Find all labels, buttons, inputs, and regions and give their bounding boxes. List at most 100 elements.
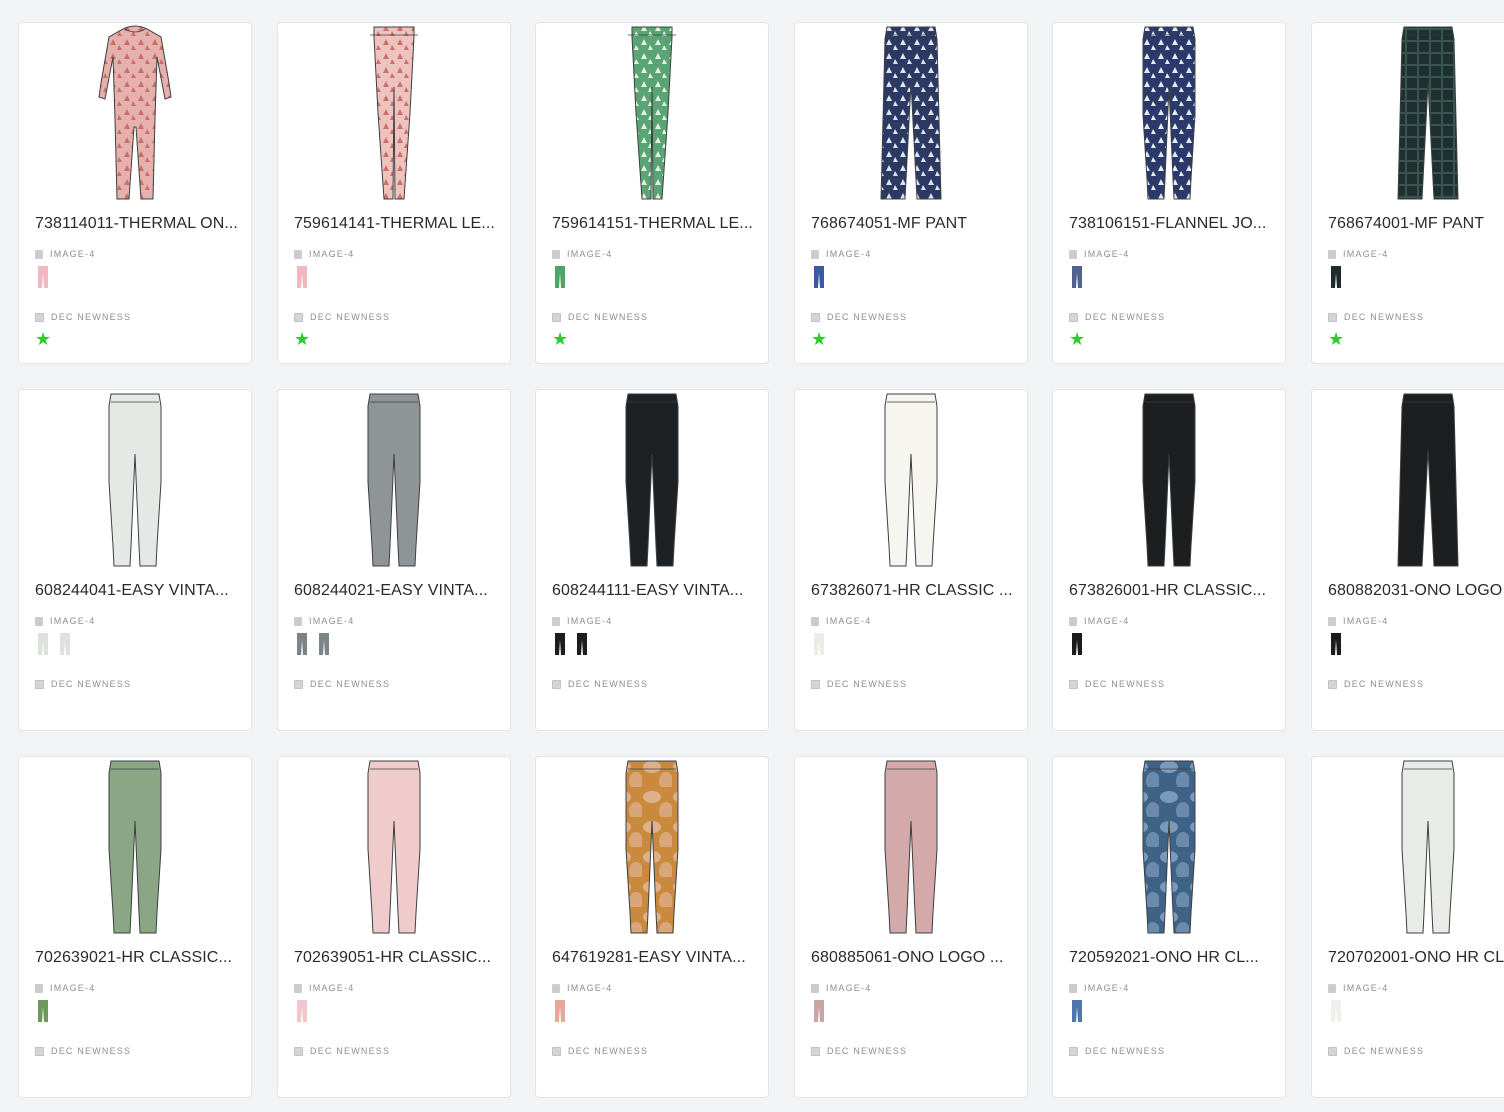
product-title[interactable]: 702639021-HR CLASSIC... [35,949,247,967]
product-title[interactable]: 680882031-ONO LOGO [1328,582,1504,600]
colorway-swatch[interactable] [294,265,310,291]
product-card[interactable]: 702639051-HR CLASSIC... IMAGE-4 DEC NEWNES… [277,756,511,1098]
favorite-star-icon[interactable]: ★ [1328,330,1344,348]
file-icon [35,249,43,259]
product-card[interactable]: 647619281-EASY VINTA... IMAGE-4 DEC NEWNES… [535,756,769,1098]
product-title[interactable]: 720592021-ONO HR CL... [1069,949,1281,967]
product-title[interactable]: 673826001-HR CLASSIC... [1069,582,1281,600]
product-thumbnail[interactable] [278,23,510,205]
file-icon [1069,983,1077,993]
product-card[interactable]: 768674051-MF PANT IMAGE-4 DEC NEWNESS ★ [794,22,1028,364]
swatch-pant-icon [1331,633,1341,655]
colorway-swatch[interactable] [35,265,51,291]
swatch-pant-icon [1072,266,1082,288]
colorway-swatch[interactable] [57,632,73,658]
colorway-swatch[interactable] [552,265,568,291]
product-thumbnail[interactable] [795,757,1027,939]
product-card[interactable]: 608244021-EASY VINTA... IMAGE-4 DEC NEWNES… [277,389,511,731]
collection-tag: DEC NEWNESS [552,312,648,322]
product-title[interactable]: 759614151-THERMAL LE... [552,215,764,233]
product-card[interactable]: 738114011-THERMAL ON... IMAGE-4 DEC NEWNES… [18,22,252,364]
product-thumbnail[interactable] [536,757,768,939]
product-title[interactable]: 768674001-MF PANT [1328,215,1504,233]
product-card[interactable]: 759614151-THERMAL LE... IMAGE-4 DEC NEWNES… [535,22,769,364]
jogger-sketch-image [108,393,162,567]
product-card[interactable]: 702639021-HR CLASSIC... IMAGE-4 DEC NEWNES… [18,756,252,1098]
product-title[interactable]: 608244041-EASY VINTA... [35,582,247,600]
colorway-swatch[interactable] [574,632,590,658]
image-label-text: IMAGE-4 [1084,983,1130,993]
colorway-swatch[interactable] [1328,632,1344,658]
product-thumbnail[interactable] [1053,757,1285,939]
product-thumbnail[interactable] [1312,23,1504,205]
product-thumbnail[interactable] [536,23,768,205]
colorway-swatch[interactable] [552,632,568,658]
product-thumbnail[interactable] [1053,390,1285,572]
product-thumbnail[interactable] [1053,23,1285,205]
product-card[interactable]: 680885061-ONO LOGO ... IMAGE-4 DEC NEWNESS [794,756,1028,1098]
colorway-swatch[interactable] [552,999,568,1025]
image-count-label: IMAGE-4 [552,616,612,626]
image-label-text: IMAGE-4 [1084,249,1130,259]
image-count-label: IMAGE-4 [1069,249,1129,259]
favorite-star-icon[interactable]: ★ [1069,330,1085,348]
image-label-text: IMAGE-4 [567,616,613,626]
product-thumbnail[interactable] [1312,390,1504,572]
favorite-star-icon[interactable]: ★ [552,330,568,348]
product-thumbnail[interactable] [278,757,510,939]
product-thumbnail[interactable] [795,23,1027,205]
colorway-swatch[interactable] [1069,632,1085,658]
product-title[interactable]: 720702001-ONO HR CL [1328,949,1504,967]
product-title[interactable]: 702639051-HR CLASSIC... [294,949,506,967]
product-card[interactable]: 720592021-ONO HR CL... IMAGE-4 DEC NEWNESS [1052,756,1286,1098]
product-card[interactable]: 673826001-HR CLASSIC... IMAGE-4 DEC NEWNES… [1052,389,1286,731]
file-icon [35,983,43,993]
collection-tag: DEC NEWNESS [1069,312,1165,322]
product-title[interactable]: 738114011-THERMAL ON... [35,215,247,233]
product-thumbnail[interactable] [19,23,251,205]
colorway-swatch[interactable] [316,632,332,658]
product-card[interactable]: 759614141-THERMAL LE... IMAGE-4 DEC NEWNES… [277,22,511,364]
colorway-swatch[interactable] [35,632,51,658]
colorway-swatch[interactable] [811,265,827,291]
favorite-star-icon[interactable]: ★ [811,330,827,348]
colorway-swatch[interactable] [294,632,310,658]
product-title[interactable]: 647619281-EASY VINTA... [552,949,764,967]
favorite-star-icon[interactable]: ★ [294,330,310,348]
product-title[interactable]: 680885061-ONO LOGO ... [811,949,1023,967]
product-title[interactable]: 768674051-MF PANT [811,215,1023,233]
checkbox-icon [1328,679,1337,689]
product-title[interactable]: 759614141-THERMAL LE... [294,215,506,233]
product-title[interactable]: 673826071-HR CLASSIC ... [811,582,1023,600]
colorway-swatch[interactable] [294,999,310,1025]
colorway-swatch[interactable] [811,999,827,1025]
product-title[interactable]: 608244111-EASY VINTA... [552,582,764,600]
file-icon [1328,249,1336,259]
colorway-swatch[interactable] [1328,265,1344,291]
product-card[interactable]: 738106151-FLANNEL JO... IMAGE-4 DEC NEWNES… [1052,22,1286,364]
product-card[interactable]: 673826071-HR CLASSIC ... IMAGE-4 DEC NEWNE… [794,389,1028,731]
product-thumbnail[interactable] [19,390,251,572]
product-thumbnail[interactable] [1312,757,1504,939]
colorway-swatch[interactable] [811,632,827,658]
colorway-swatch[interactable] [1328,999,1344,1025]
product-title[interactable]: 608244021-EASY VINTA... [294,582,506,600]
swatch-pant-icon [814,266,824,288]
product-card[interactable]: 680882031-ONO LOGO IMAGE-4 DEC NEWNESS [1311,389,1504,731]
product-card[interactable]: 768674001-MF PANT IMAGE-4 DEC NEWNESS ★ [1311,22,1504,364]
product-thumbnail[interactable] [536,390,768,572]
product-card[interactable]: 720702001-ONO HR CL IMAGE-4 DEC NEWNESS [1311,756,1504,1098]
colorway-swatch[interactable] [1069,265,1085,291]
colorway-swatch[interactable] [1069,999,1085,1025]
swatch-pant-icon [814,633,824,655]
product-thumbnail[interactable] [278,390,510,572]
product-thumbnail[interactable] [795,390,1027,572]
favorite-star-icon[interactable]: ★ [35,330,51,348]
collection-tag-text: DEC NEWNESS [51,679,132,689]
colorway-swatch[interactable] [35,999,51,1025]
product-thumbnail[interactable] [19,757,251,939]
collection-tag-text: DEC NEWNESS [310,679,391,689]
product-title[interactable]: 738106151-FLANNEL JO... [1069,215,1281,233]
product-card[interactable]: 608244111-EASY VINTA... IMAGE-4 DEC NEWNES… [535,389,769,731]
product-card[interactable]: 608244041-EASY VINTA... IMAGE-4 DEC NEWNES… [18,389,252,731]
